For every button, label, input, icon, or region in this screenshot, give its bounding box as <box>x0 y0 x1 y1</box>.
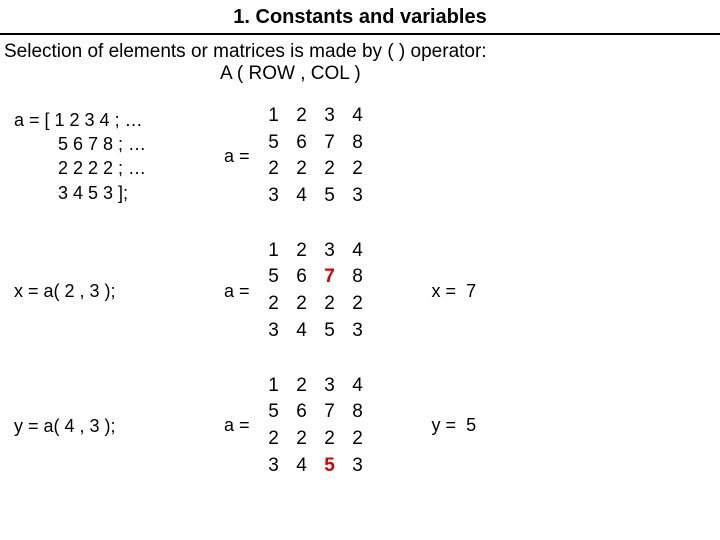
row-y: y = a( 4 , 3 ); a = 1234567822223453 y =… <box>0 373 720 480</box>
matrix-cell: 7 <box>316 130 344 157</box>
matrix-cell: 2 <box>316 291 344 318</box>
matrix-cell: 2 <box>260 291 288 318</box>
matrix-block: a = 1234567822223453 <box>224 238 372 345</box>
matrix-cell: 2 <box>288 238 316 265</box>
code-line: 3 4 5 3 ]; <box>14 181 224 205</box>
matrix-cell: 7 <box>316 399 344 426</box>
matrix-cell: 2 <box>344 291 372 318</box>
result-y: y = 5 <box>372 415 477 436</box>
result-label: x = <box>432 281 457 301</box>
result-x: x = 7 <box>372 281 477 302</box>
matrix-cell: 5 <box>260 264 288 291</box>
matrix-cell: 8 <box>344 264 372 291</box>
matrix-a-y: 1234567822223453 <box>260 373 372 480</box>
matrix-cell: 5 <box>316 318 344 345</box>
matrix-cell: 1 <box>260 373 288 400</box>
matrix-cell: 5 <box>316 183 344 210</box>
code-line: y = a( 4 , 3 ); <box>14 414 224 438</box>
intro-line-2: A ( ROW , COL ) <box>0 63 720 85</box>
matrix-cell: 7 <box>316 264 344 291</box>
matrix-cell: 5 <box>260 130 288 157</box>
matrix-cell: 3 <box>260 318 288 345</box>
content: a = [ 1 2 3 4 ; … 5 6 7 8 ; … 2 2 2 2 ; … <box>0 85 720 479</box>
matrix-cell: 3 <box>260 183 288 210</box>
matrix-cell: 4 <box>288 318 316 345</box>
matrix-cell: 2 <box>288 103 316 130</box>
matrix-cell: 2 <box>344 426 372 453</box>
matrix-a-plain: 1234567822223453 <box>260 103 372 210</box>
matrix-cell: 4 <box>344 103 372 130</box>
code-line: a = [ 1 2 3 4 ; … <box>14 108 224 132</box>
code-x: x = a( 2 , 3 ); <box>0 279 224 303</box>
matrix-cell: 2 <box>316 156 344 183</box>
matrix-cell: 2 <box>344 156 372 183</box>
matrix-cell: 3 <box>344 318 372 345</box>
code-line: 5 6 7 8 ; … <box>14 132 224 156</box>
matrix-cell: 2 <box>260 426 288 453</box>
matrix-a-x: 1234567822223453 <box>260 238 372 345</box>
matrix-block: a = 1234567822223453 <box>224 373 372 480</box>
result-value: 5 <box>466 415 476 435</box>
code-y: y = a( 4 , 3 ); <box>0 414 224 438</box>
matrix-cell: 6 <box>288 130 316 157</box>
matrix-cell: 4 <box>344 373 372 400</box>
matrix-cell: 2 <box>288 426 316 453</box>
row-definition: a = [ 1 2 3 4 ; … 5 6 7 8 ; … 2 2 2 2 ; … <box>0 103 720 210</box>
result-label: y = <box>432 415 457 435</box>
matrix-cell: 4 <box>344 238 372 265</box>
matrix-cell: 2 <box>316 426 344 453</box>
matrix-cell: 3 <box>344 453 372 480</box>
matrix-cell: 6 <box>288 399 316 426</box>
code-definition: a = [ 1 2 3 4 ; … 5 6 7 8 ; … 2 2 2 2 ; … <box>0 108 224 205</box>
matrix-cell: 3 <box>260 453 288 480</box>
matrix-cell: 4 <box>288 183 316 210</box>
matrix-cell: 1 <box>260 103 288 130</box>
matrix-cell: 3 <box>316 103 344 130</box>
matrix-label: a = <box>224 146 250 167</box>
matrix-cell: 6 <box>288 264 316 291</box>
matrix-cell: 2 <box>288 156 316 183</box>
matrix-cell: 5 <box>316 453 344 480</box>
matrix-block: a = 1234567822223453 <box>224 103 372 210</box>
matrix-label: a = <box>224 415 250 436</box>
matrix-cell: 2 <box>260 156 288 183</box>
matrix-cell: 3 <box>316 238 344 265</box>
code-line: x = a( 2 , 3 ); <box>14 279 224 303</box>
matrix-cell: 8 <box>344 399 372 426</box>
matrix-cell: 3 <box>344 183 372 210</box>
intro-line-1: Selection of elements or matrices is mad… <box>0 35 720 63</box>
matrix-cell: 2 <box>288 373 316 400</box>
matrix-label: a = <box>224 281 250 302</box>
matrix-cell: 4 <box>288 453 316 480</box>
result-value: 7 <box>466 281 476 301</box>
code-line: 2 2 2 2 ; … <box>14 156 224 180</box>
matrix-cell: 3 <box>316 373 344 400</box>
matrix-cell: 5 <box>260 399 288 426</box>
matrix-cell: 8 <box>344 130 372 157</box>
page-title: 1. Constants and variables <box>0 0 720 35</box>
matrix-cell: 2 <box>288 291 316 318</box>
row-x: x = a( 2 , 3 ); a = 1234567822223453 x =… <box>0 238 720 345</box>
matrix-cell: 1 <box>260 238 288 265</box>
